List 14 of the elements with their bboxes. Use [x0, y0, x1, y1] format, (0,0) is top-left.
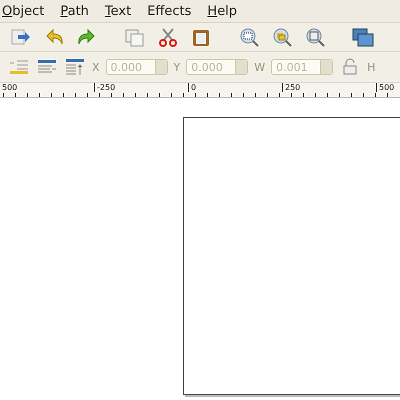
ruler-label: -250	[94, 83, 116, 92]
ruler-label: 0	[188, 83, 196, 92]
menu-item[interactable]: Effects	[147, 4, 200, 18]
field-label: W	[254, 60, 266, 74]
field-label: X	[92, 60, 100, 74]
field-label: H	[367, 60, 376, 74]
menu-item[interactable]: Text	[104, 4, 140, 18]
ruler-label: 500	[376, 83, 394, 92]
menu-item[interactable]: Help	[207, 4, 246, 18]
field-label: Y	[174, 60, 180, 74]
ruler-label: 250	[282, 83, 300, 92]
menu-item[interactable]: Path	[60, 4, 97, 18]
ruler-label: 500	[1, 83, 18, 92]
menu-item[interactable]: Object	[2, 4, 52, 18]
